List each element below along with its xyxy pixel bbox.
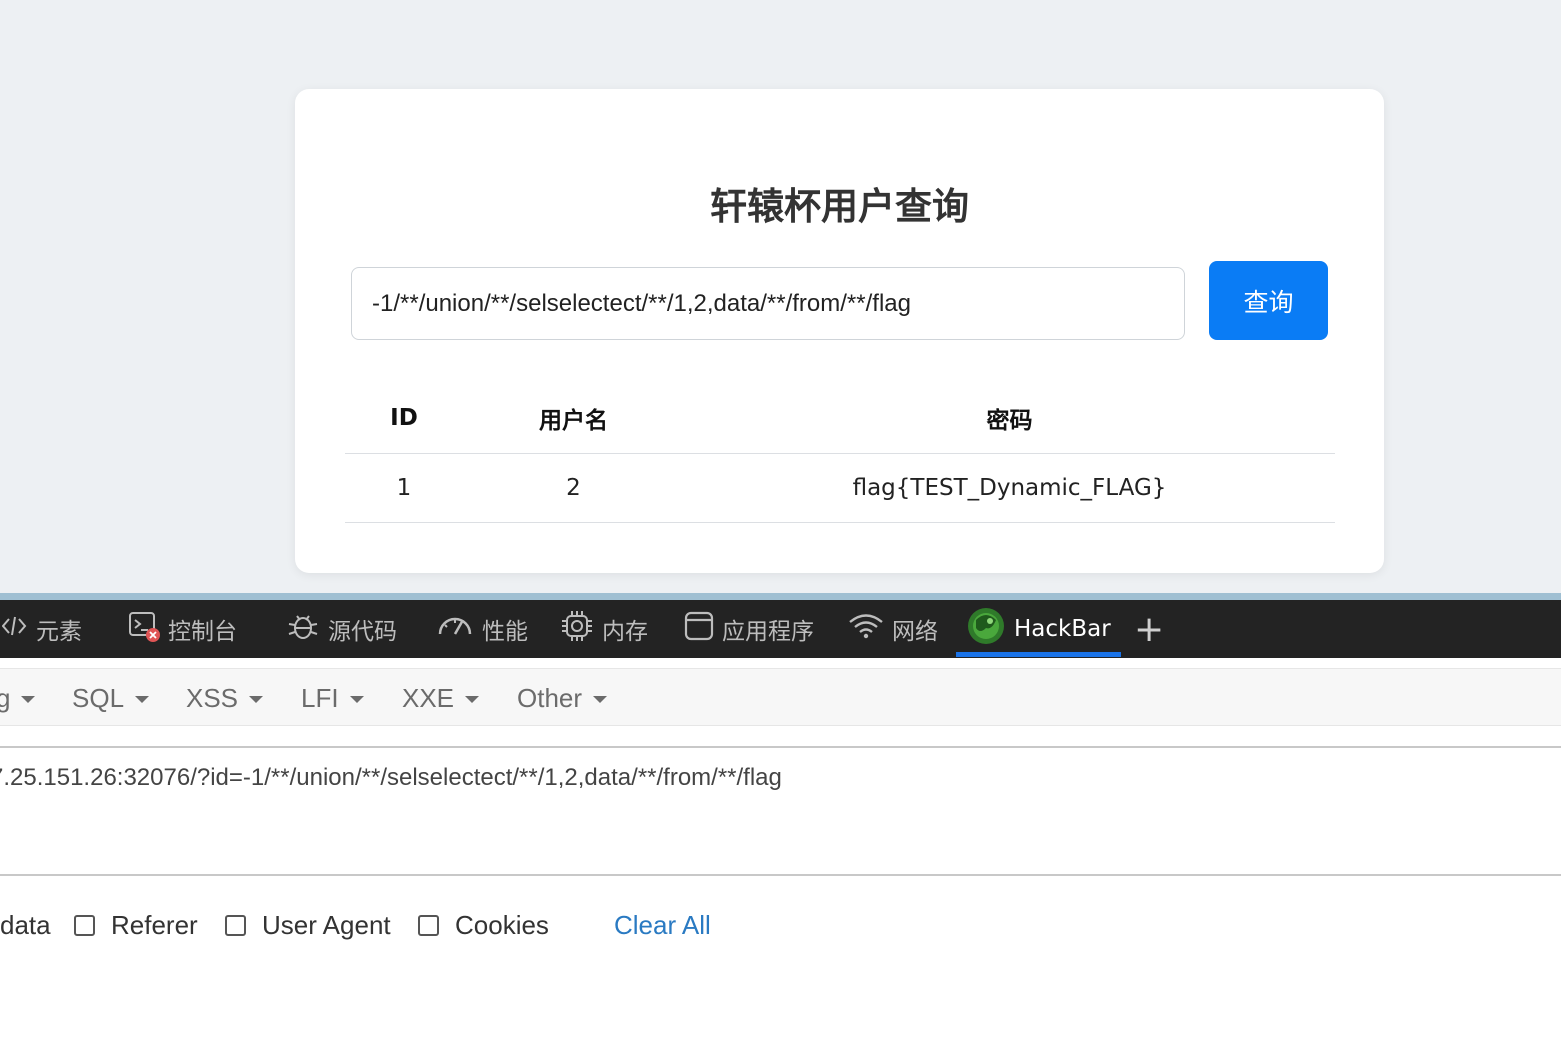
caret-down-icon [593, 696, 608, 703]
wifi-icon [848, 612, 884, 646]
window-icon [684, 611, 714, 647]
url-textarea[interactable]: 7.25.151.26:32076/?id=-1/**/union/**/sel… [0, 746, 1561, 876]
menu-xxe[interactable]: XXE [402, 669, 480, 727]
caret-down-icon [465, 696, 480, 703]
menu-sql[interactable]: SQL [72, 669, 150, 727]
caret-down-icon [249, 696, 264, 703]
devtools-tab-bar: 元素 控制台 源代码 性能 内存 应用程序 网络 HackBar [0, 600, 1561, 658]
menu-label: Other [517, 682, 583, 713]
devtools-resize-handle[interactable] [0, 593, 1561, 600]
tab-memory[interactable]: 内存 [560, 600, 648, 658]
option-post-data[interactable]: data [0, 898, 51, 953]
menu-encoding[interactable]: g [0, 669, 36, 727]
tab-elements[interactable]: 元素 [1, 600, 82, 658]
hackbar-options: data Referer User Agent Cookies Clear Al… [0, 898, 1561, 953]
menu-label: SQL [72, 682, 125, 713]
tab-label: 内存 [602, 619, 648, 645]
console-icon [128, 610, 160, 648]
hackbar-menu-bar: g SQL XSS LFI XXE Other [0, 668, 1561, 726]
header-id: ID [345, 384, 463, 454]
tab-performance[interactable]: 性能 [436, 600, 528, 658]
table-row: 1 2 flag{TEST_Dynamic_FLAG} [345, 453, 1335, 523]
query-button[interactable]: 查询 [1209, 261, 1328, 340]
header-username: 用户名 [463, 384, 684, 454]
clear-all-link[interactable]: Clear All [614, 898, 711, 953]
caret-down-icon [21, 696, 36, 703]
menu-other[interactable]: Other [517, 669, 608, 727]
menu-label: g [0, 682, 11, 713]
tab-label: 性能 [482, 619, 528, 645]
caret-down-icon [135, 696, 150, 703]
referer-checkbox[interactable] [74, 915, 95, 936]
result-table: ID 用户名 密码 1 2 flag{TEST_Dynamic_FLAG} [345, 384, 1335, 523]
tab-console[interactable]: 控制台 [128, 600, 237, 658]
menu-lfi[interactable]: LFI [301, 669, 364, 727]
tab-network[interactable]: 网络 [848, 600, 938, 658]
active-tab-indicator [956, 652, 1121, 657]
table-header-row: ID 用户名 密码 [345, 384, 1335, 454]
query-card: 轩辕杯用户查询 查询 ID 用户名 密码 1 2 flag{TEST_Dynam… [295, 89, 1384, 573]
option-label: Cookies [455, 910, 549, 940]
option-label: Referer [111, 910, 198, 940]
option-label: data [0, 910, 51, 940]
option-label: User Agent [262, 910, 391, 940]
hackbar-logo-icon [966, 606, 1006, 652]
tab-label: 网络 [892, 619, 938, 645]
gauge-icon [436, 612, 474, 646]
menu-label: XXE [402, 682, 455, 713]
tab-label: HackBar [1014, 616, 1111, 642]
tab-label: 控制台 [168, 619, 237, 645]
tab-label: 元素 [36, 619, 82, 645]
option-cookies[interactable]: Cookies [418, 898, 549, 953]
tab-hackbar[interactable]: HackBar [966, 600, 1111, 658]
web-page: 轩辕杯用户查询 查询 ID 用户名 密码 1 2 flag{TEST_Dynam… [0, 0, 1561, 593]
bug-icon [286, 610, 320, 648]
menu-label: LFI [301, 682, 339, 713]
menu-xss[interactable]: XSS [186, 669, 264, 727]
header-password: 密码 [684, 384, 1335, 454]
add-tab-button[interactable]: + [1134, 600, 1164, 658]
url-text: 7.25.151.26:32076/?id=-1/**/union/**/sel… [0, 764, 782, 791]
cell-id: 1 [345, 453, 463, 523]
query-input[interactable] [351, 267, 1185, 340]
menu-label: XSS [186, 682, 239, 713]
cell-username: 2 [463, 453, 684, 523]
option-user-agent[interactable]: User Agent [225, 898, 391, 953]
code-brackets-icon [1, 613, 28, 645]
cookies-checkbox[interactable] [418, 915, 439, 936]
tab-sources[interactable]: 源代码 [286, 600, 397, 658]
tab-label: 源代码 [328, 619, 397, 645]
chip-icon [560, 609, 594, 649]
tab-application[interactable]: 应用程序 [684, 600, 814, 658]
tab-label: 应用程序 [722, 619, 814, 645]
option-referer[interactable]: Referer [74, 898, 198, 953]
cell-password: flag{TEST_Dynamic_FLAG} [684, 453, 1335, 523]
page-title: 轩辕杯用户查询 [710, 185, 969, 228]
user-agent-checkbox[interactable] [225, 915, 246, 936]
caret-down-icon [349, 696, 364, 703]
